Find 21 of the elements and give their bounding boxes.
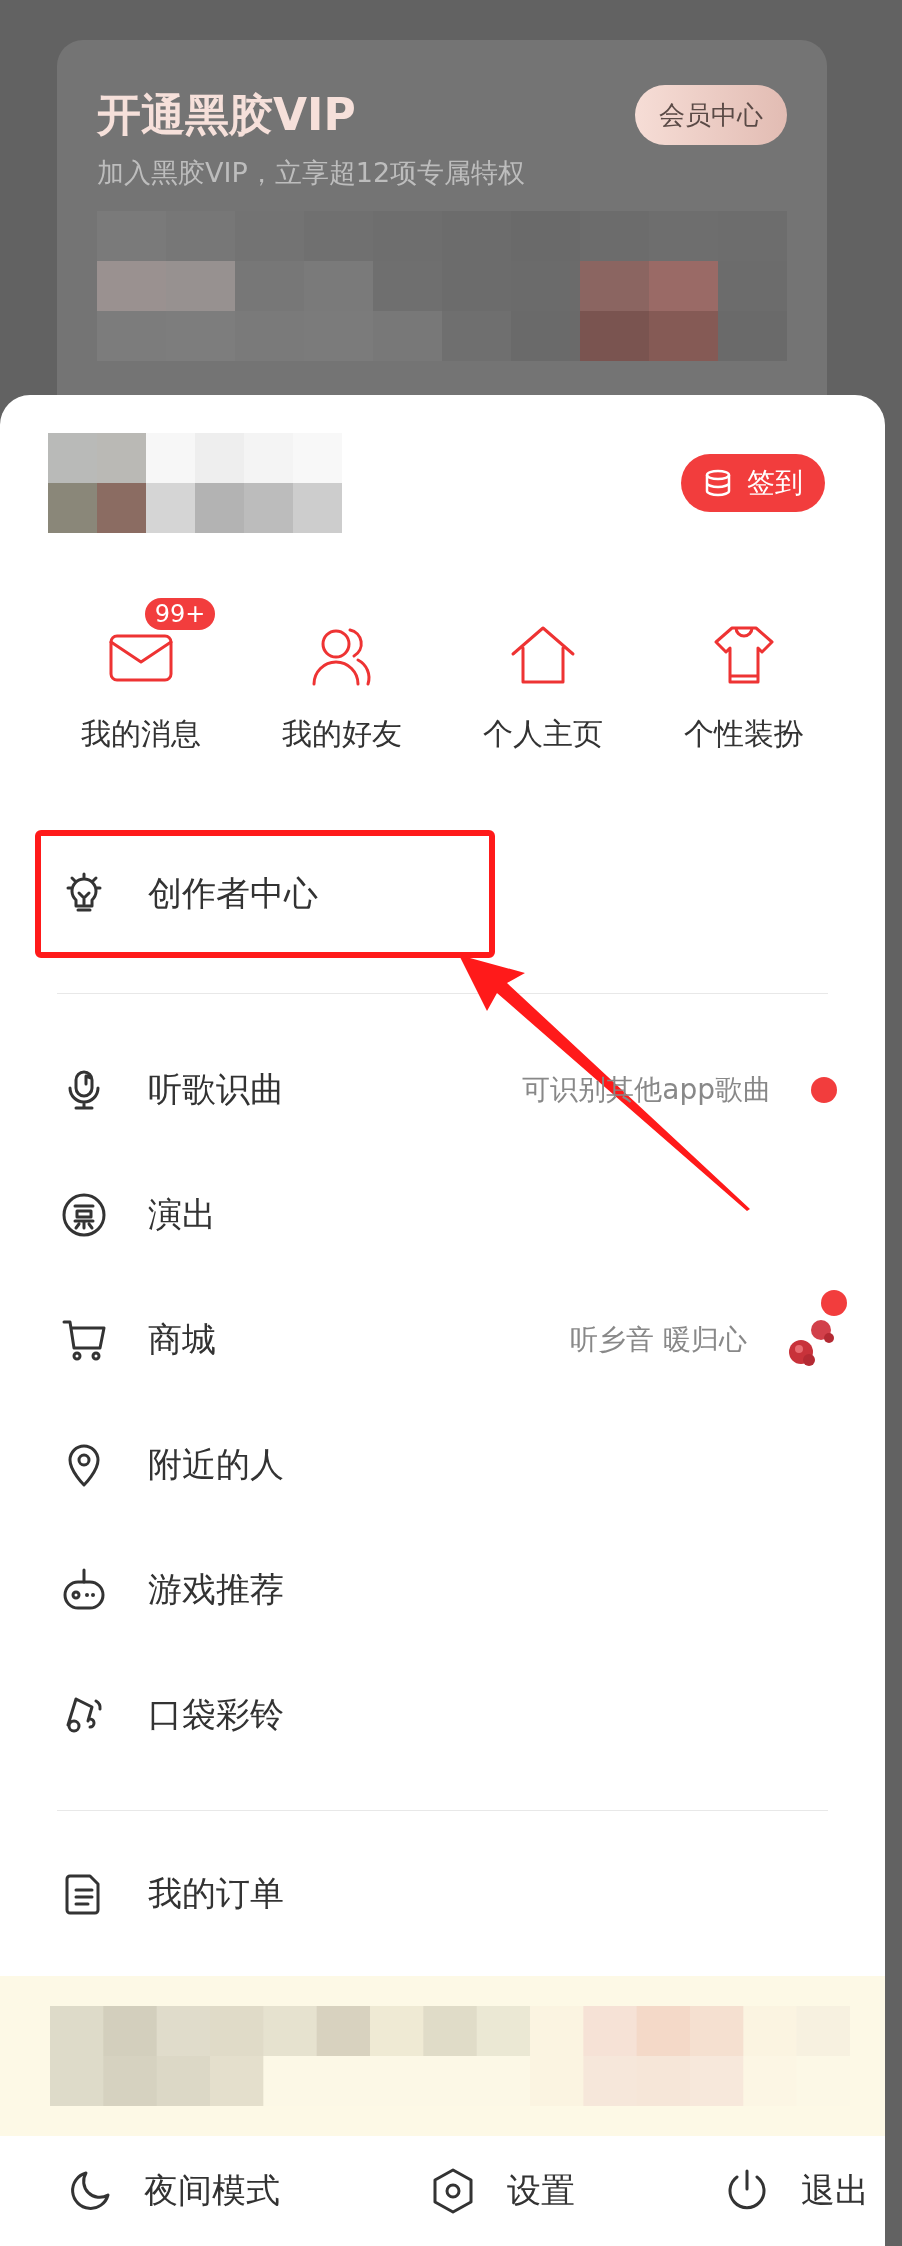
menu-item[interactable]: 游戏推荐 bbox=[0, 1527, 885, 1652]
highlighted-menu-item[interactable]: 创作者中心 bbox=[35, 830, 495, 958]
menu-hint: 听乡音 暖归心 bbox=[570, 1321, 747, 1358]
vip-subtitle: 加入黑胶VIP，立享超12项专属特权 bbox=[97, 156, 527, 190]
bottom-bar-button[interactable]: 设置 bbox=[422, 2166, 581, 2216]
bottom-bar-button[interactable]: 夜间模式 bbox=[60, 2166, 286, 2216]
coins-icon bbox=[703, 467, 733, 498]
check-in-button[interactable]: 签到 bbox=[681, 453, 825, 512]
shortcut-item[interactable]: 个人主页 bbox=[442, 580, 644, 795]
menu-item[interactable]: 我的订单 bbox=[0, 1831, 885, 1956]
bottom-bar-button[interactable]: 退出 bbox=[717, 2166, 875, 2216]
shortcut-item[interactable]: 99+ 我的消息 bbox=[40, 580, 242, 795]
member-center-button[interactable]: 会员中心 bbox=[635, 85, 787, 145]
vip-title: 开通黑胶VIP bbox=[97, 87, 356, 142]
menu-item[interactable]: 演出 bbox=[0, 1152, 885, 1277]
menu-item[interactable]: 附近的人 bbox=[0, 1402, 885, 1527]
unread-count-badge: 99+ bbox=[144, 598, 216, 630]
menu-item[interactable]: 口袋彩铃 bbox=[0, 1652, 885, 1777]
shortcut-item[interactable]: 我的好友 bbox=[241, 580, 443, 795]
menu-item[interactable]: 商城 听乡音 暖归心 bbox=[0, 1277, 885, 1402]
shortcut-item[interactable]: 个性装扮 bbox=[643, 580, 845, 795]
